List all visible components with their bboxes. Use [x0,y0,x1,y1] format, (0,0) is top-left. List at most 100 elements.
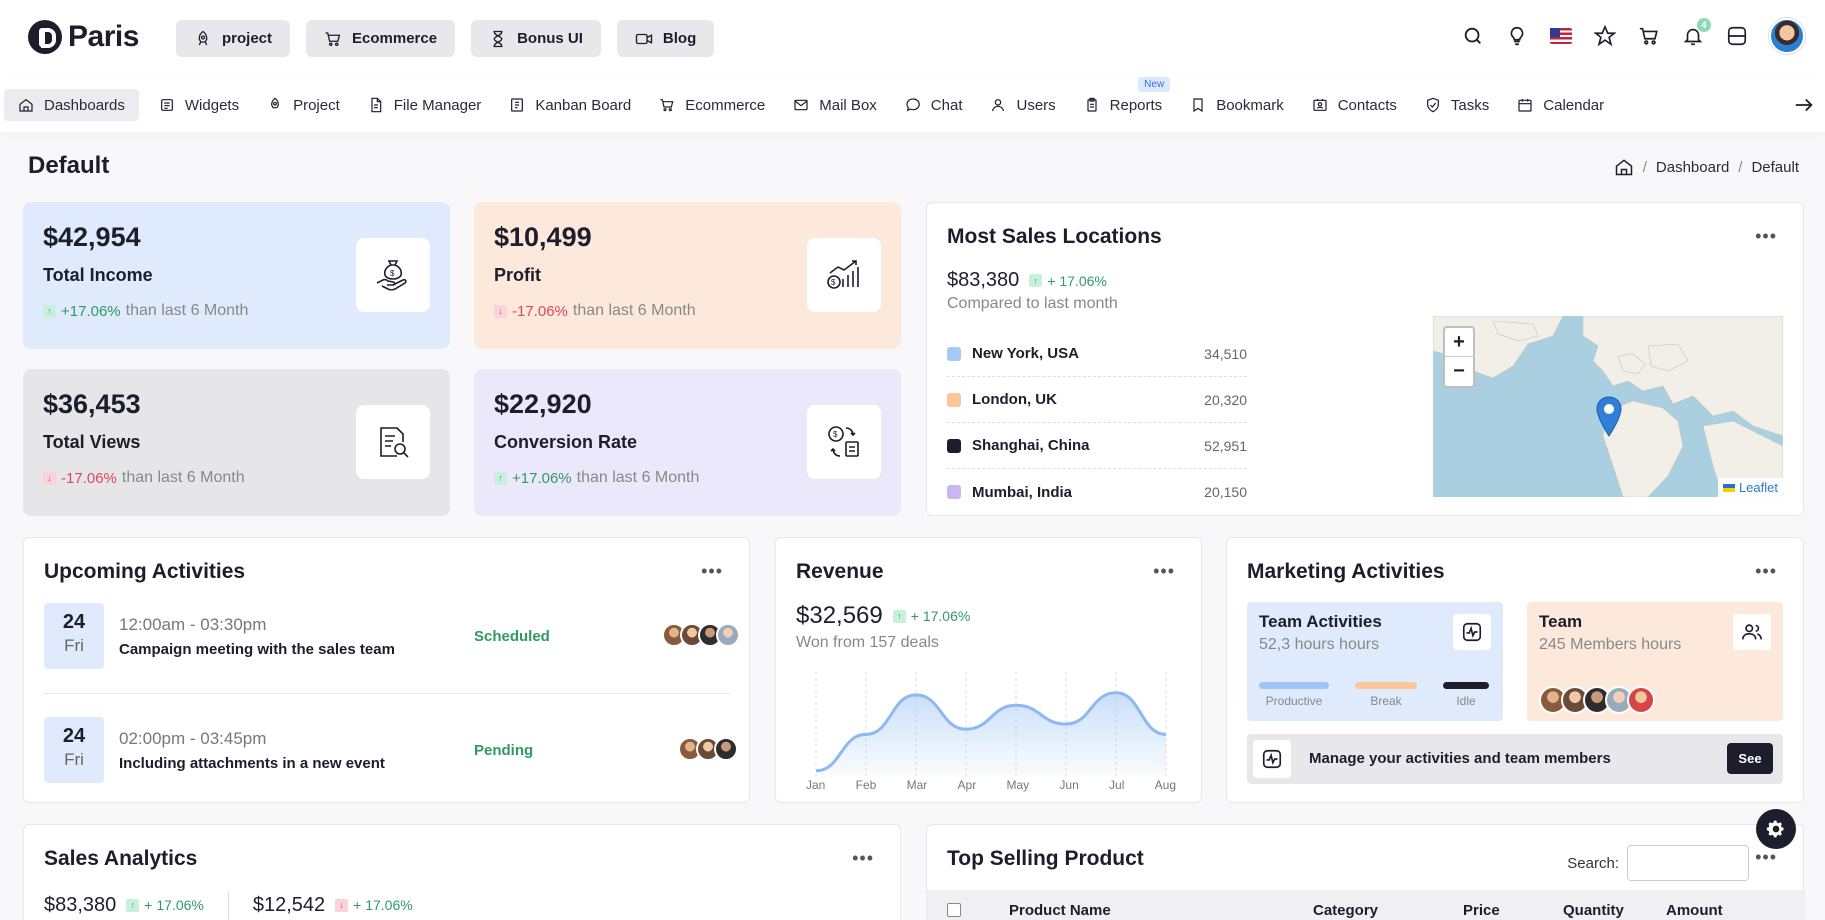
breadcrumb-dashboard[interactable]: Dashboard [1656,159,1729,176]
nav-label: File Manager [393,96,482,114]
revenue-percent: + 17.06% [910,608,971,624]
search-button[interactable] [1461,24,1485,48]
logo[interactable]: Paris [28,20,139,54]
stat-trend-suffix: than last 6 Month [125,302,249,319]
nav-item-bookmark[interactable]: Bookmark [1176,89,1298,121]
stat-percent: -17.06% [61,469,117,487]
column-header-category[interactable]: Category [1313,902,1463,919]
svg-text:$: $ [833,430,838,439]
growth-chart-icon: $ [827,260,859,289]
see-button[interactable]: See [1727,743,1773,774]
document-search-icon [380,427,409,458]
select-all-checkbox[interactable] [947,903,961,917]
nav-item-tasks[interactable]: Tasks [1411,89,1503,121]
column-header-amount[interactable]: Amount [1666,902,1723,919]
nav-item-mail-box[interactable]: Mail Box [779,89,891,121]
bookmark-star-button[interactable] [1593,24,1617,48]
x-tick-label: Jun [1059,778,1079,792]
stat-trend-suffix: than last 6 Month [572,302,696,319]
table-search: Search: [1567,845,1749,881]
more-options-icon[interactable]: ••• [1153,562,1175,580]
user-avatar[interactable] [1769,18,1805,54]
panel-title: Upcoming Activities [44,560,246,583]
activity-time: 02:00pm - 03:45pm [119,729,267,748]
column-header-quantity[interactable]: Quantity [1563,902,1666,919]
nav-item-contacts[interactable]: Contacts [1298,89,1411,121]
theme-toggle-button[interactable] [1505,24,1529,48]
nav-item-calendar[interactable]: Calendar [1503,89,1618,121]
activity-date: 24 Fri [44,717,104,783]
activity-row[interactable]: 24 Fri 12:00am - 03:30pm Campaign meetin… [44,603,740,673]
panel-title: Sales Analytics [44,847,198,870]
mail-icon [794,99,808,111]
column-header-product-name[interactable]: Product Name [1009,902,1313,919]
nav-item-dashboards[interactable]: Dashboards [4,89,139,121]
revenue-panel: Revenue ••• $32,569 ↑ + 17.06% Won from … [775,537,1202,803]
location-name: Mumbai, India [972,483,1073,501]
more-options-icon[interactable]: ••• [852,849,874,867]
cart-button[interactable] [1637,24,1661,48]
x-tick-label: Feb [855,778,877,792]
notifications-button[interactable]: 4 [1681,18,1711,48]
divider [44,693,730,694]
nav-item-project[interactable]: Project [253,89,354,121]
nav-item-ecommerce[interactable]: Ecommerce [645,89,779,121]
header-actions: 4 [1461,18,1825,54]
stat-percent: +17.06% [61,302,121,320]
card-icon-box [1733,614,1771,650]
lightbulb-icon [1510,26,1524,46]
sales-value-secondary: $12,542 [252,893,326,916]
locations-change: ↑ + 17.06% [1029,273,1107,289]
cart-icon [325,31,341,46]
team-card[interactable]: Team 245 Members hours [1527,602,1783,721]
logo-mark-icon [28,20,62,54]
nav-item-kanban-board[interactable]: Kanban Board [495,89,645,121]
arrow-down-icon: ↓ [335,898,349,912]
location-value: 20,320 [1204,391,1247,408]
team-activities-card[interactable]: Team Activities 52,3 hours hours Product… [1247,602,1503,721]
map-marker-icon[interactable] [1595,396,1623,438]
nav-item-users[interactable]: Users [976,89,1069,121]
sales-map[interactable]: + − Leaflet [1433,316,1783,497]
nav-label: Project [293,96,340,114]
stat-trend-suffix: than last 6 Month [121,469,245,486]
nav-item-reports[interactable]: Reports New [1070,77,1177,121]
quick-link-bonus-ui[interactable]: Bonus UI [471,20,601,57]
quick-link-ecommerce[interactable]: Ecommerce [306,20,456,57]
more-options-icon[interactable]: ••• [1755,562,1777,580]
stat-percent: -17.06% [512,302,568,320]
more-options-icon[interactable]: ••• [701,562,723,580]
bar-idle: Idle [1443,682,1489,708]
table-header: Product Name Category Price Quantity Amo… [927,890,1805,920]
stat-trend-suffix: than last 6 Month [576,469,700,486]
quick-link-project[interactable]: project [176,20,291,57]
nav-item-widgets[interactable]: Widgets [145,89,253,121]
nav-item-file-manager[interactable]: File Manager [354,89,496,121]
chat-icon [906,98,920,112]
layout-button[interactable] [1725,24,1749,48]
sales-change-secondary: ↓ + 17.06% [335,897,413,913]
map-attribution[interactable]: Leaflet [1717,478,1783,497]
home-icon[interactable] [1614,157,1634,177]
map-zoom-out-button[interactable]: − [1445,357,1473,386]
stat-icon-box: $ [356,238,430,312]
nav-scroll-right-arrow-icon[interactable] [1793,94,1815,116]
column-header-price[interactable]: Price [1463,902,1563,919]
activity-pulse-icon [1262,749,1282,769]
stat-card-total-income: $42,954 Total Income ↑ +17.06% than last… [23,202,450,349]
nav-label: Widgets [184,96,240,114]
search-input[interactable] [1627,845,1749,881]
quick-link-blog[interactable]: Blog [616,20,715,57]
language-button[interactable] [1549,24,1573,48]
more-options-icon[interactable]: ••• [1755,847,1777,868]
arrow-down-icon: ↓ [43,471,56,485]
activity-row[interactable]: 24 Fri 02:00pm - 03:45pm Including attac… [44,717,738,787]
map-zoom-in-button[interactable]: + [1445,328,1473,357]
nav-item-chat[interactable]: Chat [891,89,977,121]
settings-button[interactable] [1756,809,1796,849]
ukraine-flag-icon [1722,483,1735,492]
more-options-icon[interactable]: ••• [1755,227,1777,245]
panel-title: Marketing Activities [1247,560,1445,583]
contacts-icon [1313,99,1327,111]
page-title: Default [28,152,110,179]
